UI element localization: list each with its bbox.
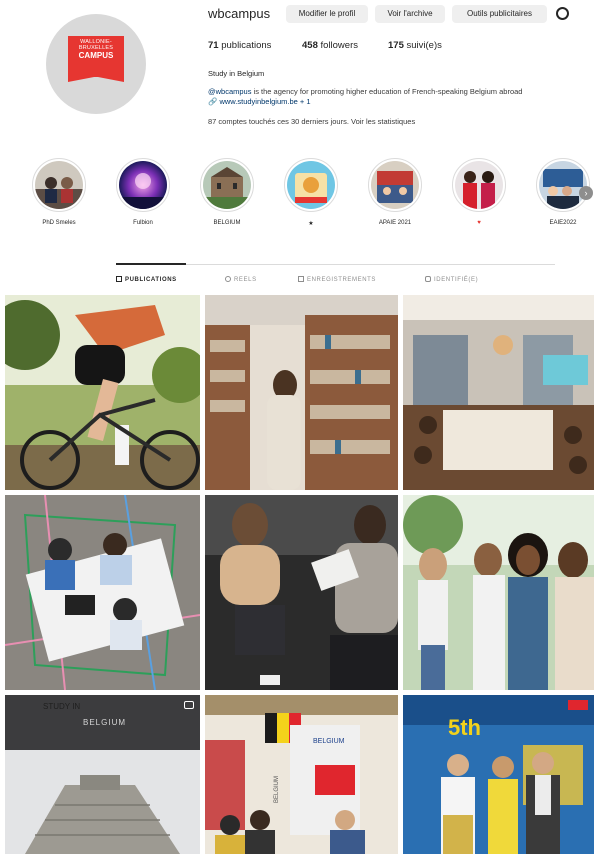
highlight-label: ♥ bbox=[477, 220, 481, 226]
highlight-label: Fulbion bbox=[133, 220, 153, 226]
bookmark-icon bbox=[298, 276, 304, 282]
highlight-star[interactable]: ★ bbox=[281, 158, 341, 227]
study-sign-top: STUDY IN bbox=[43, 702, 80, 711]
following-count: 175 bbox=[388, 40, 404, 51]
bio-description: is the agency for promoting higher educa… bbox=[251, 87, 523, 96]
highlight-eaie-image bbox=[539, 161, 587, 209]
tab-publications[interactable]: PUBLICATIONS bbox=[116, 276, 177, 283]
link-icon: 🔗 bbox=[208, 97, 220, 106]
bio-name: Study in Belgium bbox=[208, 69, 265, 78]
logo-line-2: CAMPUS bbox=[78, 51, 114, 60]
highlight-phd-image bbox=[35, 161, 83, 209]
svg-text:BELGIUM: BELGIUM bbox=[313, 738, 345, 745]
booth-sign-text: BELGIUM bbox=[313, 738, 345, 745]
highlight-apaie-image bbox=[371, 161, 419, 209]
post-fair-booth[interactable]: BELGIUM BELGIUM bbox=[205, 695, 398, 854]
bio-website-link[interactable]: www.studyinbelgium.be + 1 bbox=[219, 97, 310, 106]
study-sign-bottom: BELGIUM bbox=[83, 718, 126, 727]
conference-banner-text: 5th bbox=[448, 715, 481, 740]
tab-active-indicator bbox=[116, 263, 186, 265]
profile-username: wbcampus bbox=[208, 6, 271, 21]
svg-text:5th: 5th bbox=[448, 715, 481, 740]
highlight-label: APAIE 2021 bbox=[378, 220, 412, 226]
followers-count: 458 bbox=[302, 40, 318, 51]
bio-mention-link[interactable]: @wbcampus bbox=[208, 87, 251, 96]
posts-label: publications bbox=[221, 40, 272, 51]
highlights-next-chevron-icon[interactable]: › bbox=[579, 186, 593, 200]
wbcampus-logo: WALLONIE- BRUXELLES CAMPUS bbox=[68, 36, 124, 82]
tag-person-icon bbox=[425, 276, 431, 282]
post-conference-room[interactable] bbox=[403, 295, 594, 490]
highlight-label: BELGIUM bbox=[213, 220, 241, 226]
reel-badge-icon bbox=[184, 701, 194, 709]
post-conference-5th[interactable]: 5th bbox=[403, 695, 594, 854]
highlight-star-image bbox=[287, 161, 335, 209]
svg-text:STUDY IN: STUDY IN bbox=[43, 702, 80, 711]
highlight-belgium-image bbox=[203, 161, 251, 209]
post-students-table[interactable] bbox=[5, 495, 200, 690]
post-students-talking[interactable] bbox=[205, 495, 398, 690]
settings-gear-icon[interactable] bbox=[556, 7, 569, 20]
insights-text[interactable]: 87 comptes touchés ces 30 derniers jours… bbox=[208, 117, 415, 126]
highlight-phd[interactable]: PhD Smeles bbox=[29, 158, 89, 226]
followers-label: followers bbox=[320, 40, 359, 51]
highlight-label: EAIE2022 bbox=[549, 220, 577, 226]
highlight-label: PhD Smeles bbox=[42, 220, 76, 226]
highlight-heart[interactable]: ♥ bbox=[449, 158, 509, 226]
svg-text:BELGIUM: BELGIUM bbox=[274, 776, 280, 803]
post-cyclist[interactable] bbox=[5, 295, 200, 490]
post-students-outdoors[interactable] bbox=[403, 495, 594, 690]
highlight-label: ★ bbox=[308, 221, 314, 227]
highlight-fulbion[interactable]: Fulbion bbox=[113, 158, 173, 226]
grid-icon bbox=[116, 276, 122, 282]
stat-followers[interactable]: 458 followers bbox=[302, 40, 358, 51]
view-archive-button[interactable]: Voir l'archive bbox=[375, 5, 445, 23]
tab-tagged[interactable]: IDENTIFIÉ(E) bbox=[425, 276, 478, 283]
svg-text:BELGIUM: BELGIUM bbox=[83, 718, 126, 727]
highlight-apaie[interactable]: APAIE 2021 bbox=[365, 158, 425, 226]
tab-reels[interactable]: REELS bbox=[225, 276, 257, 283]
booth-side-text: BELGIUM bbox=[274, 776, 280, 803]
highlight-heart-image bbox=[455, 161, 503, 209]
stat-following[interactable]: 175 suivi(e)s bbox=[388, 40, 442, 51]
highlight-fulbion-image bbox=[119, 161, 167, 209]
post-study-in-belgium-pyramid[interactable]: STUDY IN BELGIUM bbox=[5, 695, 200, 854]
reels-icon bbox=[225, 276, 231, 282]
tab-saved[interactable]: ENREGISTREMENTS bbox=[298, 276, 376, 283]
ad-tools-button[interactable]: Outils publicitaires bbox=[452, 5, 547, 23]
post-library[interactable] bbox=[205, 295, 398, 490]
following-label: suivi(e)s bbox=[406, 40, 442, 51]
edit-profile-button[interactable]: Modifier le profil bbox=[286, 5, 368, 23]
highlight-belgium[interactable]: BELGIUM bbox=[197, 158, 257, 226]
bio-text: @wbcampus is the agency for promoting hi… bbox=[208, 87, 588, 107]
posts-count: 71 bbox=[208, 40, 219, 51]
stat-posts: 71 publications bbox=[208, 40, 271, 51]
